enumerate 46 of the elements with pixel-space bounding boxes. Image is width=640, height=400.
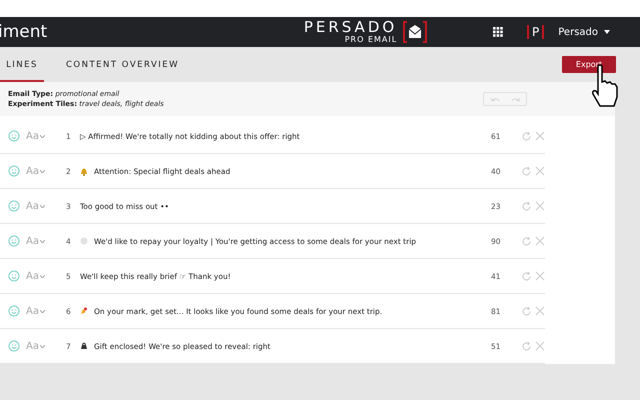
caret-icon [40, 204, 45, 208]
refresh-icon[interactable] [521, 236, 532, 246]
close-icon[interactable] [535, 271, 545, 281]
caret-icon [40, 134, 45, 138]
close-icon[interactable] [535, 201, 545, 211]
caret-icon [40, 310, 45, 312]
circle-icon [80, 237, 88, 245]
bag-icon [80, 342, 88, 350]
close-icon[interactable] [535, 236, 545, 246]
font-style-button[interactable]: Aa [26, 306, 56, 316]
caret-icon [40, 240, 45, 242]
refresh-icon[interactable] [521, 340, 532, 352]
smiley-icon[interactable] [8, 340, 20, 352]
envelope-logo-icon [403, 21, 428, 43]
font-style-button[interactable]: Aa [26, 130, 56, 142]
close-icon[interactable] [535, 341, 545, 351]
smiley-icon[interactable] [8, 130, 20, 142]
refresh-icon[interactable] [521, 270, 532, 282]
bell-icon [80, 166, 88, 176]
smiley-icon[interactable] [8, 305, 20, 317]
smiley-icon[interactable] [8, 270, 20, 282]
refresh-icon[interactable] [521, 306, 532, 316]
caret-icon [40, 274, 45, 278]
font-style-button[interactable]: Aa [26, 200, 56, 212]
apps-grid-icon[interactable] [493, 27, 503, 37]
refresh-icon[interactable] [521, 130, 532, 142]
refresh-icon[interactable] [521, 166, 532, 176]
caret-icon [604, 30, 610, 34]
refresh-icon[interactable] [521, 200, 532, 212]
brand-name: PERSADO [304, 20, 398, 35]
font-style-button[interactable]: Aa [26, 236, 56, 246]
party-icon [80, 307, 88, 315]
brand-subtitle: PRO EMAIL [344, 35, 398, 44]
tab[interactable]: CONTENT OVERVIEW [66, 47, 180, 82]
smiley-icon[interactable] [8, 200, 20, 212]
caret-icon [40, 344, 45, 348]
close-icon[interactable] [535, 306, 545, 316]
smiley-icon[interactable] [8, 235, 20, 247]
user-menu[interactable]: Persado [558, 26, 610, 38]
close-icon[interactable] [535, 131, 545, 141]
smiley-icon[interactable] [8, 165, 20, 177]
close-icon[interactable] [535, 166, 545, 176]
font-style-button[interactable]: Aa [26, 270, 56, 282]
font-style-button[interactable]: Aa [26, 166, 56, 176]
caret-icon [40, 170, 45, 172]
font-style-button[interactable]: Aa [26, 340, 56, 352]
